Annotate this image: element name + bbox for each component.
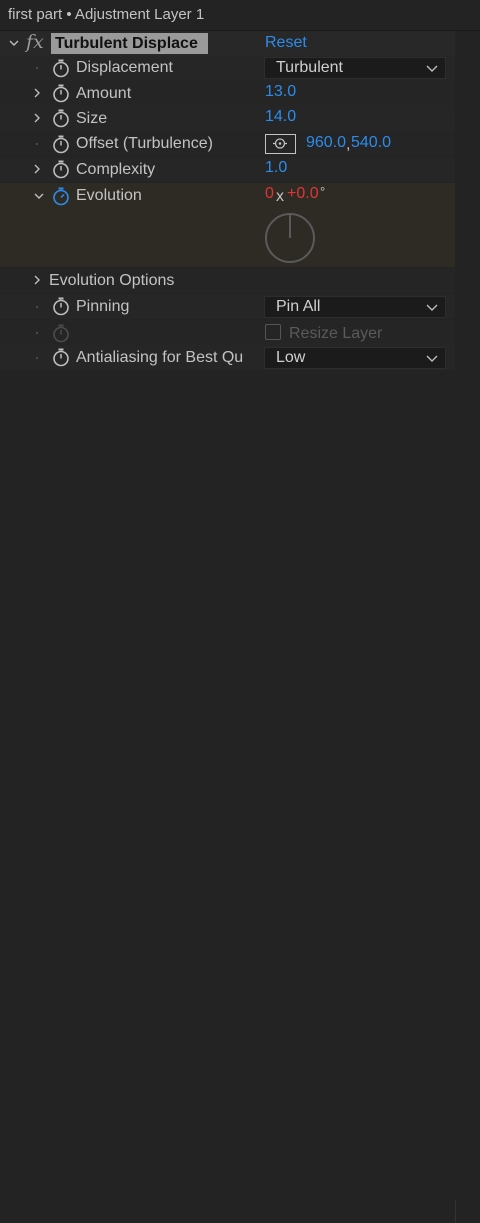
antialiasing-dropdown[interactable]: Low	[264, 347, 446, 369]
complexity-value[interactable]: 1.0	[265, 159, 287, 177]
property-row-evolution-options: Evolution Options	[0, 268, 455, 293]
stopwatch-icon[interactable]	[51, 108, 71, 128]
bullet-dot	[36, 67, 38, 69]
property-label: Antialiasing for Best Qu	[76, 349, 244, 366]
stopwatch-icon[interactable]	[51, 347, 71, 367]
panel-title-bar: first part • Adjustment Layer 1	[0, 0, 480, 31]
chevron-down-icon	[425, 301, 439, 313]
chevron-right-icon[interactable]	[31, 274, 43, 286]
property-label: Size	[76, 110, 108, 127]
pinning-dropdown[interactable]: Pin All	[264, 296, 446, 318]
property-label: Amount	[76, 85, 132, 102]
property-row-pinning: Pinning Pin All	[0, 294, 455, 319]
property-row-resize-layer: Resize Layer	[0, 320, 455, 345]
effect-header: fx Turbulent Displace Reset	[0, 31, 455, 56]
evolution-x-symbol: x	[276, 188, 284, 205]
bullet-dot	[36, 332, 38, 334]
evolution-degrees[interactable]: +0.0	[287, 185, 319, 203]
stopwatch-icon[interactable]	[51, 134, 71, 154]
property-row-size: Size 14.0	[0, 106, 455, 131]
displacement-dropdown[interactable]: Turbulent	[264, 57, 446, 79]
chevron-down-icon	[425, 352, 439, 364]
offset-x-value[interactable]: 960.0	[306, 134, 346, 152]
property-label: Pinning	[76, 298, 130, 315]
scrollbar-edge	[455, 1200, 456, 1223]
bullet-dot	[36, 143, 38, 145]
dropdown-value: Pin All	[276, 298, 321, 315]
stopwatch-icon[interactable]	[51, 296, 71, 316]
chevron-down-icon	[425, 62, 439, 74]
evolution-degree-symbol: °	[320, 184, 326, 199]
panel-title: first part • Adjustment Layer 1	[8, 6, 205, 23]
dropdown-value: Low	[276, 349, 306, 366]
stopwatch-icon[interactable]	[51, 159, 71, 179]
resize-layer-label: Resize Layer	[289, 325, 383, 342]
property-label: Offset (Turbulence)	[76, 135, 213, 152]
effect-name[interactable]: Turbulent Displace	[51, 33, 208, 54]
offset-separator: ,	[346, 136, 351, 153]
property-row-evolution: Evolution 0 x +0.0 °	[0, 183, 455, 267]
property-label: Evolution	[76, 187, 142, 204]
property-label: Complexity	[76, 161, 156, 178]
chevron-right-icon[interactable]	[31, 87, 43, 99]
bullet-dot	[36, 306, 38, 308]
stopwatch-icon[interactable]	[51, 83, 71, 103]
stopwatch-active-icon[interactable]	[51, 186, 71, 206]
chevron-right-icon[interactable]	[31, 112, 43, 124]
group-label[interactable]: Evolution Options	[49, 272, 174, 290]
stopwatch-icon[interactable]	[51, 58, 71, 78]
property-row-antialiasing: Antialiasing for Best Qu Low	[0, 345, 455, 370]
evolution-revolutions[interactable]: 0	[265, 185, 274, 203]
dial-icon[interactable]	[263, 211, 317, 265]
resize-layer-checkbox[interactable]	[265, 324, 281, 340]
offset-y-value[interactable]: 540.0	[351, 134, 391, 152]
property-row-complexity: Complexity 1.0	[0, 157, 455, 182]
property-row-displacement: Displacement Turbulent	[0, 56, 455, 81]
property-label: Displacement	[76, 59, 173, 76]
property-row-amount: Amount 13.0	[0, 81, 455, 106]
reset-button[interactable]: Reset	[265, 34, 307, 52]
amount-value[interactable]: 13.0	[265, 83, 296, 101]
property-row-offset: Offset (Turbulence) 960.0 , 540.0	[0, 131, 455, 156]
chevron-down-icon[interactable]	[33, 190, 45, 202]
target-icon[interactable]	[265, 134, 296, 154]
stopwatch-disabled-icon	[51, 323, 71, 343]
chevron-right-icon[interactable]	[31, 163, 43, 175]
dropdown-value: Turbulent	[276, 59, 343, 76]
chevron-down-icon[interactable]	[8, 37, 20, 49]
size-value[interactable]: 14.0	[265, 108, 296, 126]
fx-icon[interactable]: fx	[26, 31, 44, 53]
bullet-dot	[36, 357, 38, 359]
